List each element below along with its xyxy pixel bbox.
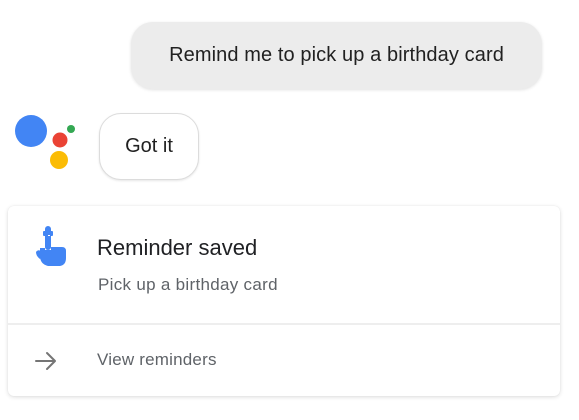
user-query-bubble: Remind me to pick up a birthday card (131, 22, 542, 89)
assistant-reply-text: Got it (125, 135, 173, 157)
arrow-right-icon (34, 349, 58, 373)
view-reminders-label: View reminders (97, 350, 217, 369)
google-assistant-logo-icon (14, 114, 82, 174)
card-subtitle: Pick up a birthday card (98, 275, 278, 294)
user-query-text: Remind me to pick up a birthday card (169, 44, 504, 66)
assistant-reply-bubble: Got it (99, 113, 199, 180)
card-title: Reminder saved (97, 235, 258, 260)
reminder-card: Reminder saved Pick up a birthday card V… (8, 206, 560, 396)
view-reminders-button[interactable]: View reminders (8, 325, 560, 396)
reminder-hand-icon (34, 226, 70, 270)
